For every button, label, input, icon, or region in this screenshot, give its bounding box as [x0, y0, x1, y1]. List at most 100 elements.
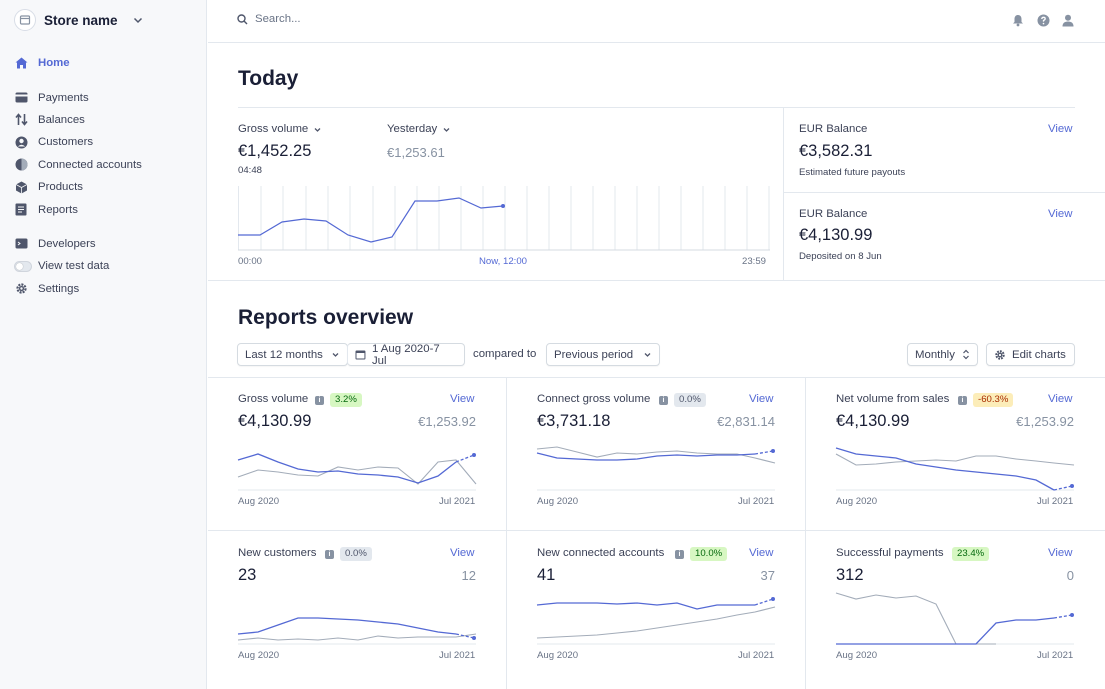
card-title: New connected accounts: [537, 547, 665, 559]
balance-subtitle: Estimated future payouts: [799, 167, 906, 178]
sidebar-item-developers[interactable]: Developers: [14, 233, 199, 255]
gear-icon: [995, 349, 1005, 360]
change-badge: 10.0%: [690, 547, 728, 561]
change-badge: 23.4%: [952, 547, 990, 561]
sidebar-item-label: Settings: [38, 282, 80, 295]
compared-to-label: compared to: [473, 348, 537, 360]
axis-now-label: Now, 12:00: [479, 256, 528, 267]
bell-icon[interactable]: [1011, 13, 1025, 27]
current-period-line: [237, 617, 457, 635]
card-title: New customers: [238, 547, 317, 559]
sidebar-item-connected-accounts[interactable]: Connected accounts: [14, 154, 199, 176]
compare-selector[interactable]: Yesterday: [387, 123, 451, 135]
sidebar-item-label: Customers: [38, 136, 94, 149]
top-bar: Search...: [208, 0, 1105, 43]
sidebar-item-label: Developers: [38, 237, 96, 250]
current-period-line: [536, 602, 755, 610]
current-period-projection: [1053, 485, 1073, 491]
divider: [208, 280, 1105, 281]
search-input[interactable]: Search...: [237, 13, 301, 25]
sidebar-item-reports[interactable]: Reports: [14, 198, 199, 220]
chevron-down-icon: [443, 127, 450, 132]
card-previous-value: 12: [461, 568, 476, 583]
sidebar-item-payments[interactable]: Payments: [14, 86, 199, 108]
page-title: Today: [238, 67, 299, 90]
metric-selector[interactable]: Gross volume: [238, 123, 322, 135]
card-previous-value: 0: [1066, 568, 1074, 583]
date-range-label: 1 Aug 2020-7 Jul: [371, 342, 440, 367]
sidebar-item-home[interactable]: Home: [14, 52, 199, 74]
card-view-link[interactable]: View: [1048, 393, 1072, 405]
sidebar-item-label: Balances: [38, 113, 85, 126]
chevron-down-icon: [332, 353, 339, 357]
sidebar-item-view-test-data[interactable]: View test data: [14, 255, 199, 277]
user-icon[interactable]: [1061, 13, 1075, 27]
info-icon: i: [958, 396, 967, 405]
card-value: €4,130.99: [836, 412, 910, 430]
card-title: Connect gross volume: [537, 393, 651, 405]
change-badge: 3.2%: [330, 393, 362, 407]
current-point: [1070, 484, 1074, 488]
comparison-select[interactable]: Previous period: [546, 343, 660, 366]
gear-icon: [14, 282, 28, 296]
home-icon: [14, 56, 28, 70]
store-logo-icon: [14, 9, 36, 31]
balance-subtitle: Deposited on 8 Jun: [799, 251, 882, 262]
sidebar-item-products[interactable]: Products: [14, 176, 199, 198]
card-previous-value: €1,253.92: [418, 414, 476, 429]
sidebar-item-balances[interactable]: Balances: [14, 109, 199, 131]
change-badge: 0.0%: [674, 393, 706, 407]
card-view-link[interactable]: View: [1048, 547, 1072, 559]
reports-icon: [14, 203, 28, 217]
sidebar-item-settings[interactable]: Settings: [14, 278, 199, 300]
card-view-link[interactable]: View: [749, 547, 773, 559]
today-volume-line: [238, 197, 504, 243]
info-icon: i: [315, 396, 324, 405]
test-data-toggle[interactable]: [14, 259, 32, 273]
card-previous-value: €1,253.92: [1016, 414, 1074, 429]
today-current-point: [501, 204, 505, 208]
card-previous-value: €2,831.14: [717, 414, 775, 429]
sidebar-item-customers[interactable]: Customers: [14, 131, 199, 153]
change-badge: -60.3%: [973, 393, 1014, 407]
x-axis-end: Jul 2021: [439, 496, 476, 507]
sparkline-chart: [237, 617, 477, 645]
x-axis-start: Aug 2020: [238, 496, 280, 507]
interval-label: Monthly: [915, 348, 955, 361]
store-switcher[interactable]: Store name: [14, 7, 144, 33]
change-badge: 0.0%: [340, 547, 372, 561]
chevron-down-icon: [314, 127, 321, 132]
help-icon[interactable]: [1036, 13, 1050, 27]
current-point: [771, 449, 775, 453]
current-point: [472, 453, 476, 457]
divider: [208, 530, 1105, 531]
interval-select[interactable]: Monthly: [907, 343, 978, 366]
edit-charts-button[interactable]: Edit charts: [986, 343, 1075, 366]
calendar-icon: [355, 350, 366, 360]
payments-icon: [14, 91, 28, 105]
x-axis-start: Aug 2020: [537, 496, 579, 507]
divider: [805, 378, 806, 689]
x-axis-start: Aug 2020: [537, 650, 579, 661]
current-point: [771, 597, 775, 601]
balance-view-link[interactable]: View: [1048, 123, 1072, 135]
card-view-link[interactable]: View: [749, 393, 773, 405]
divider: [238, 107, 1075, 108]
divider: [506, 378, 507, 689]
card-view-link[interactable]: View: [450, 393, 474, 405]
divider: [783, 108, 784, 281]
date-range-picker[interactable]: 1 Aug 2020-7 Jul: [347, 342, 465, 367]
current-period-line: [835, 447, 1055, 491]
card-view-link[interactable]: View: [450, 547, 474, 559]
range-select[interactable]: Last 12 months: [237, 343, 348, 366]
axis-end-label: 23:59: [742, 256, 767, 267]
x-axis-end: Jul 2021: [738, 496, 775, 507]
sidebar: Store name Home Payments Balances Custom…: [0, 0, 207, 689]
sparkline-chart: [536, 446, 776, 491]
balance-view-link[interactable]: View: [1048, 208, 1072, 220]
edit-charts-label: Edit charts: [1012, 348, 1066, 361]
current-period-projection: [754, 450, 774, 455]
sidebar-item-label: Connected accounts: [38, 158, 142, 171]
card-value: €4,130.99: [238, 412, 312, 430]
x-axis-end: Jul 2021: [1037, 650, 1074, 661]
